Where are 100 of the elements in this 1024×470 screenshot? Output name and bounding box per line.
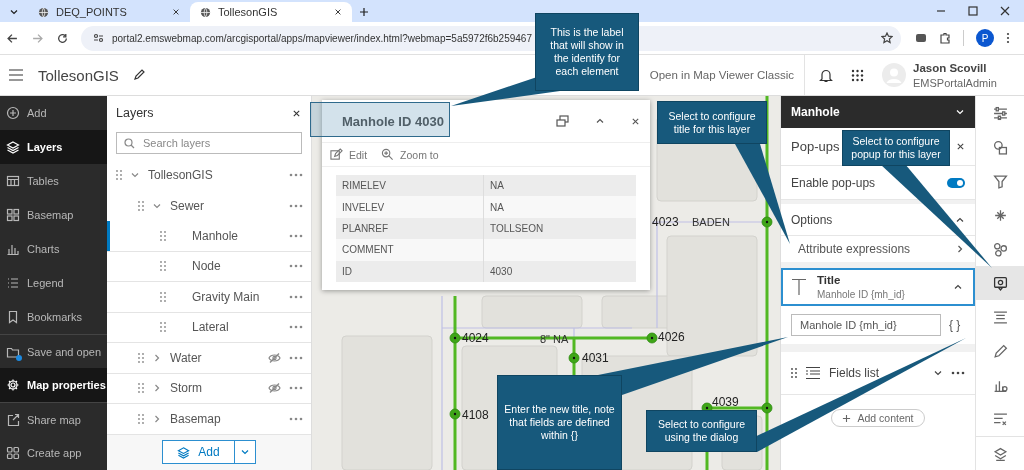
- zoom-to-button[interactable]: Zoom to: [379, 148, 441, 162]
- star-icon[interactable]: [881, 32, 893, 44]
- cluster-icon[interactable]: [992, 241, 1008, 257]
- kebab-menu-icon[interactable]: [1006, 32, 1010, 44]
- toggle-switch[interactable]: [947, 177, 965, 188]
- layer-item[interactable]: Node: [107, 251, 311, 282]
- drag-handle-icon[interactable]: [160, 291, 166, 302]
- drag-handle-icon[interactable]: [138, 413, 144, 424]
- callout-note: This is the label that will show in the identify for each element: [535, 13, 639, 91]
- map-label: 4108: [462, 408, 489, 422]
- site-settings-icon[interactable]: [93, 33, 104, 43]
- field-name: COMMENT: [336, 239, 484, 261]
- nav-item[interactable]: Basemap: [0, 198, 107, 232]
- more-icon[interactable]: [951, 371, 965, 375]
- layer-item[interactable]: TollesonGIS: [107, 160, 311, 191]
- nav-item[interactable]: Legend: [0, 266, 107, 300]
- popup-icon[interactable]: [992, 275, 1008, 291]
- layer-item[interactable]: Water: [107, 343, 311, 374]
- nav-item[interactable]: Bookmarks: [0, 300, 107, 334]
- chevron-right-icon[interactable]: [152, 383, 162, 394]
- map-label: 4026: [658, 330, 685, 344]
- title-input-field[interactable]: Manhole ID {mh_id}: [791, 314, 941, 336]
- browser-tab[interactable]: TollesonGIS: [190, 2, 352, 22]
- field-name: PLANREF: [336, 217, 484, 240]
- drag-handle-icon[interactable]: [138, 200, 144, 211]
- shapes-icon[interactable]: [992, 139, 1008, 155]
- search-field[interactable]: Search layers: [116, 132, 302, 154]
- nav-item[interactable]: Charts: [0, 232, 107, 266]
- panel-title: Pop-ups: [791, 139, 840, 154]
- chevron-up-icon[interactable]: [953, 282, 963, 292]
- layer-item[interactable]: Sewer: [107, 190, 311, 221]
- layer-item[interactable]: Gravity Main: [107, 282, 311, 313]
- element-subtitle: Manhole ID {mh_id}: [817, 289, 906, 300]
- sliders-icon[interactable]: [992, 105, 1008, 121]
- dock-icon[interactable]: [556, 115, 569, 128]
- close-icon[interactable]: [334, 8, 342, 16]
- callout-note: Enter the new title, note that fields are defined within {}: [497, 375, 622, 470]
- close-icon[interactable]: [956, 142, 965, 151]
- apps-grid-icon[interactable]: [851, 68, 864, 82]
- layer-item[interactable]: Storm: [107, 373, 311, 404]
- nav-item[interactable]: Map properties: [0, 368, 107, 402]
- nav-item[interactable]: Layers: [0, 130, 107, 164]
- layer-selector[interactable]: Manhole: [781, 96, 975, 128]
- drag-handle-icon[interactable]: [160, 261, 166, 272]
- close-icon[interactable]: [292, 108, 301, 118]
- nav-item[interactable]: Tables: [0, 164, 107, 198]
- callout-note: Select to configure using the dialog: [646, 410, 757, 452]
- new-tab-icon[interactable]: [359, 7, 369, 17]
- filter-icon[interactable]: [992, 173, 1008, 189]
- close-icon[interactable]: [631, 116, 640, 126]
- expression-button[interactable]: { }: [947, 318, 963, 332]
- menu-icon[interactable]: [8, 69, 24, 81]
- nav-item[interactable]: Add: [0, 96, 107, 130]
- drag-handle-icon[interactable]: [138, 352, 144, 363]
- reload-icon[interactable]: [57, 32, 68, 44]
- edit-icon: [330, 148, 343, 162]
- stack-icon[interactable]: [992, 446, 1008, 462]
- classic-viewer-link[interactable]: Open in Map Viewer Classic: [649, 69, 794, 81]
- pencil-icon[interactable]: [132, 69, 145, 81]
- field-value: TOLLSEON: [483, 217, 636, 240]
- callout-note: Select to configure title for this layer: [657, 101, 767, 144]
- chevron-down-icon[interactable]: [9, 7, 19, 17]
- list-icon[interactable]: [992, 309, 1008, 325]
- close-icon[interactable]: [172, 8, 180, 16]
- drag-handle-icon[interactable]: [160, 322, 166, 333]
- element-title: Title: [817, 274, 842, 286]
- title-element-card[interactable]: Title Manhole ID {mh_id}: [781, 268, 975, 306]
- nav-item[interactable]: Create app: [0, 436, 107, 470]
- bell-icon[interactable]: [819, 67, 833, 83]
- drag-handle-icon[interactable]: [116, 170, 122, 181]
- drag-handle-icon[interactable]: [138, 383, 144, 394]
- nav-item[interactable]: Share map: [0, 402, 107, 436]
- sparkle-icon[interactable]: [992, 207, 1008, 223]
- chevron-right-icon: [955, 244, 965, 254]
- label-icon[interactable]: [992, 411, 1008, 427]
- zoom-in-icon: [381, 148, 395, 162]
- profile-avatar[interactable]: P: [976, 29, 994, 47]
- chevron-right-icon[interactable]: [152, 352, 162, 363]
- layer-item[interactable]: Basemap: [107, 404, 311, 435]
- back-arrow-icon[interactable]: [7, 32, 18, 44]
- browser-tab[interactable]: DEQ_POINTS: [28, 2, 190, 22]
- field-value: 4030: [483, 260, 636, 282]
- add-content-button[interactable]: Add content: [831, 409, 925, 427]
- layer-item[interactable]: Lateral: [107, 312, 311, 343]
- manhole-node: [761, 216, 773, 228]
- layers-icon: [177, 445, 191, 459]
- eye-off-icon[interactable]: [268, 383, 281, 394]
- maximize-icon[interactable]: [968, 6, 978, 16]
- puzzle-icon[interactable]: [939, 32, 951, 44]
- close-icon[interactable]: [1000, 6, 1010, 16]
- field-name: ID: [336, 260, 484, 282]
- edit-button[interactable]: Edit: [328, 148, 370, 162]
- drag-handle-icon[interactable]: [791, 368, 797, 378]
- plus-icon: [842, 413, 852, 423]
- fields-list-icon: [805, 366, 821, 380]
- chevron-right-icon[interactable]: [152, 413, 162, 424]
- field-value: NA: [483, 196, 636, 218]
- drag-handle-icon[interactable]: [160, 230, 166, 241]
- eye-off-icon[interactable]: [268, 352, 281, 363]
- layer-item[interactable]: Manhole: [107, 221, 311, 252]
